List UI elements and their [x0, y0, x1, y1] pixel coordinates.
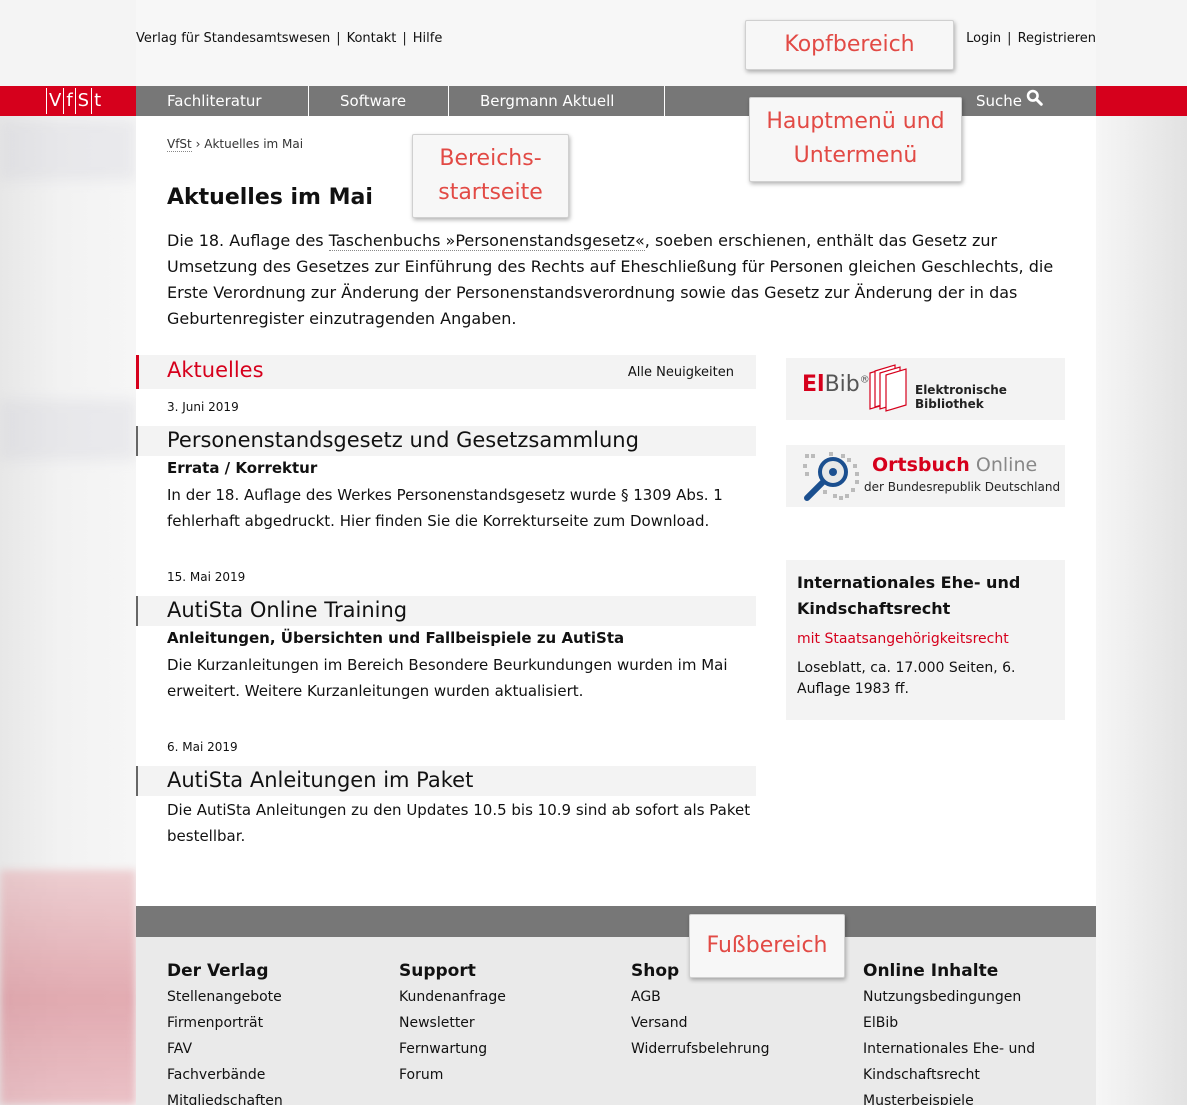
footer-link[interactable]: Fachverbände	[167, 1062, 283, 1088]
breadcrumb: VfSt › Aktuelles im Mai	[167, 137, 304, 152]
footer-link[interactable]: Musterbeispiele	[863, 1088, 1035, 1105]
news-heading: Aktuelles	[167, 358, 264, 382]
elbib-caption: Elektronische Bibliothek	[915, 383, 1007, 411]
news-date: 6. Mai 2019	[167, 740, 238, 754]
footer-heading: Der Verlag	[167, 961, 269, 981]
footer-link[interactable]: Widerrufsbelehrung	[631, 1036, 770, 1062]
news-item-title-bar: AutiSta Anleitungen im Paket	[136, 766, 756, 796]
search-label: Suche	[976, 92, 1023, 110]
link-contact[interactable]: Kontakt	[347, 31, 397, 46]
news-item-text: In der 18. Auflage des Werkes Personenst…	[167, 486, 723, 530]
elbib-banner[interactable]: ElBib® Elektronische Bibliothek	[786, 358, 1065, 420]
intro-link[interactable]: Taschenbuchs »Personenstandsgesetz«	[328, 231, 645, 251]
footer-col-publisher: Der Verlag Stellenangebote Firmenporträt…	[167, 961, 283, 1105]
logo-letter: t	[94, 90, 102, 111]
magnifier-icon	[803, 452, 859, 501]
footer-link[interactable]: FAV	[167, 1036, 283, 1062]
footer-col-online: Online Inhalte Nutzungsbedingungen ElBib…	[863, 961, 1035, 1105]
annotation-fussbereich: Fußbereich	[689, 914, 845, 978]
news-item-title[interactable]: Personenstandsgesetz und Gesetzsammlung	[167, 428, 639, 452]
footer: Der Verlag Stellenangebote Firmenporträt…	[136, 937, 1096, 1105]
breadcrumb-home[interactable]: VfSt	[167, 137, 192, 152]
separator: |	[402, 31, 407, 46]
footer-heading: Support	[399, 961, 476, 981]
news-item-title-bar: AutiSta Online Training	[136, 596, 756, 626]
annotation-line: Untermenü	[793, 143, 918, 168]
footer-link[interactable]: ElBib	[863, 1010, 1035, 1036]
footer-link[interactable]: Mitgliedschaften	[167, 1088, 283, 1105]
footer-link[interactable]: Kundenanfrage	[399, 984, 506, 1010]
nav-item-bergmann-aktuell[interactable]: Bergmann Aktuell	[449, 86, 665, 116]
all-news-link[interactable]: Alle Neuigkeiten	[628, 365, 734, 380]
footer-heading: Online Inhalte	[863, 961, 999, 981]
intl-law-box[interactable]: Internationales Ehe- und Kindschaftsrech…	[786, 560, 1065, 720]
news-item-title[interactable]: AutiSta Online Training	[167, 598, 407, 622]
link-publisher[interactable]: Verlag für Standesamtswesen	[136, 31, 330, 46]
background-blur	[0, 870, 136, 1105]
footer-link[interactable]: Versand	[631, 1010, 770, 1036]
footer-link[interactable]: Kindschaftsrecht	[863, 1062, 1035, 1088]
news-item-subtitle: Errata / Korrektur	[167, 459, 318, 477]
books-icon	[869, 364, 907, 412]
page-title: Aktuelles im Mai	[167, 185, 373, 210]
intl-law-subtitle: mit Staatsangehörigkeitsrecht	[797, 631, 1009, 647]
intl-law-title: Internationales Ehe- und Kindschaftsrech…	[797, 573, 1021, 618]
annotation-hauptmenue: Hauptmenü und Untermenü	[749, 97, 962, 182]
search-button[interactable]: Suche	[976, 86, 1043, 116]
background-blur	[0, 120, 136, 180]
header-links: Verlag für Standesamtswesen | Kontakt | Hilf…	[136, 31, 442, 46]
footer-link[interactable]: Fernwartung	[399, 1036, 506, 1062]
annotation-line: Hauptmenü und	[766, 109, 945, 134]
login-link[interactable]: Login	[966, 31, 1001, 46]
annotation-line: startseite	[438, 180, 543, 205]
separator: |	[1007, 31, 1012, 46]
footer-link[interactable]: Nutzungsbedingungen	[863, 984, 1035, 1010]
logo-letter: f	[64, 88, 76, 114]
logo-letter: S	[76, 88, 93, 114]
logo-letter: V	[46, 88, 65, 114]
vfst-logo[interactable]: VfSt	[46, 87, 103, 115]
footer-link[interactable]: Firmenporträt	[167, 1010, 283, 1036]
news-item-text: Die Kurzanleitungen im Bereich Besondere…	[167, 656, 728, 700]
ortsbuch-banner[interactable]: Ortsbuch Online der Bundesrepublik Deuts…	[786, 445, 1065, 507]
footer-link[interactable]: AGB	[631, 984, 770, 1010]
footer-bar	[136, 906, 1096, 937]
ortsbuch-caption: der Bundesrepublik Deutschland	[864, 480, 1061, 494]
footer-link[interactable]: Stellenangebote	[167, 984, 283, 1010]
footer-col-support: Support Kundenanfrage Newsletter Fernwar…	[399, 961, 506, 1088]
intro-text-start: Die 18. Auflage des	[167, 231, 329, 250]
news-item-subtitle: Anleitungen, Übersichten und Fallbeispie…	[167, 629, 625, 647]
nav-item-software[interactable]: Software	[309, 86, 449, 116]
footer-link[interactable]: Newsletter	[399, 1010, 506, 1036]
footer-link[interactable]: Internationales Ehe- und	[863, 1036, 1035, 1062]
separator: |	[336, 31, 341, 46]
link-help[interactable]: Hilfe	[413, 31, 443, 46]
intl-law-description: Loseblatt, ca. 17.000 Seiten, 6. Auflage…	[797, 660, 1016, 697]
register-link[interactable]: Registrieren	[1018, 31, 1096, 46]
elbib-logo: ElBib®	[802, 372, 870, 397]
ortsbuch-title: Ortsbuch Online	[872, 454, 1038, 476]
news-date: 3. Juni 2019	[167, 400, 239, 414]
search-icon	[1026, 86, 1043, 116]
breadcrumb-current: Aktuelles im Mai	[204, 137, 304, 151]
footer-link[interactable]: Forum	[399, 1062, 506, 1088]
news-section-header: Aktuelles Alle Neuigkeiten	[136, 355, 756, 389]
news-item-text: Die AutiSta Anleitungen zu den Updates 1…	[167, 801, 751, 845]
annotation-line: Bereichs-	[439, 146, 542, 171]
news-item-title[interactable]: AutiSta Anleitungen im Paket	[167, 768, 473, 792]
account-links: Login | Registrieren	[966, 31, 1096, 46]
background-blur	[0, 400, 136, 460]
news-item-title-bar: Personenstandsgesetz und Gesetzsammlung	[136, 426, 756, 456]
news-date: 15. Mai 2019	[167, 570, 246, 584]
annotation-bereichsstartseite: Bereichs- startseite	[412, 134, 569, 218]
nav-item-fachliteratur[interactable]: Fachliteratur	[136, 86, 309, 116]
annotation-kopfbereich: Kopfbereich	[745, 20, 954, 70]
breadcrumb-separator: ›	[195, 137, 201, 151]
intro-text: Die 18. Auflage des Taschenbuchs »Person…	[167, 228, 1067, 332]
